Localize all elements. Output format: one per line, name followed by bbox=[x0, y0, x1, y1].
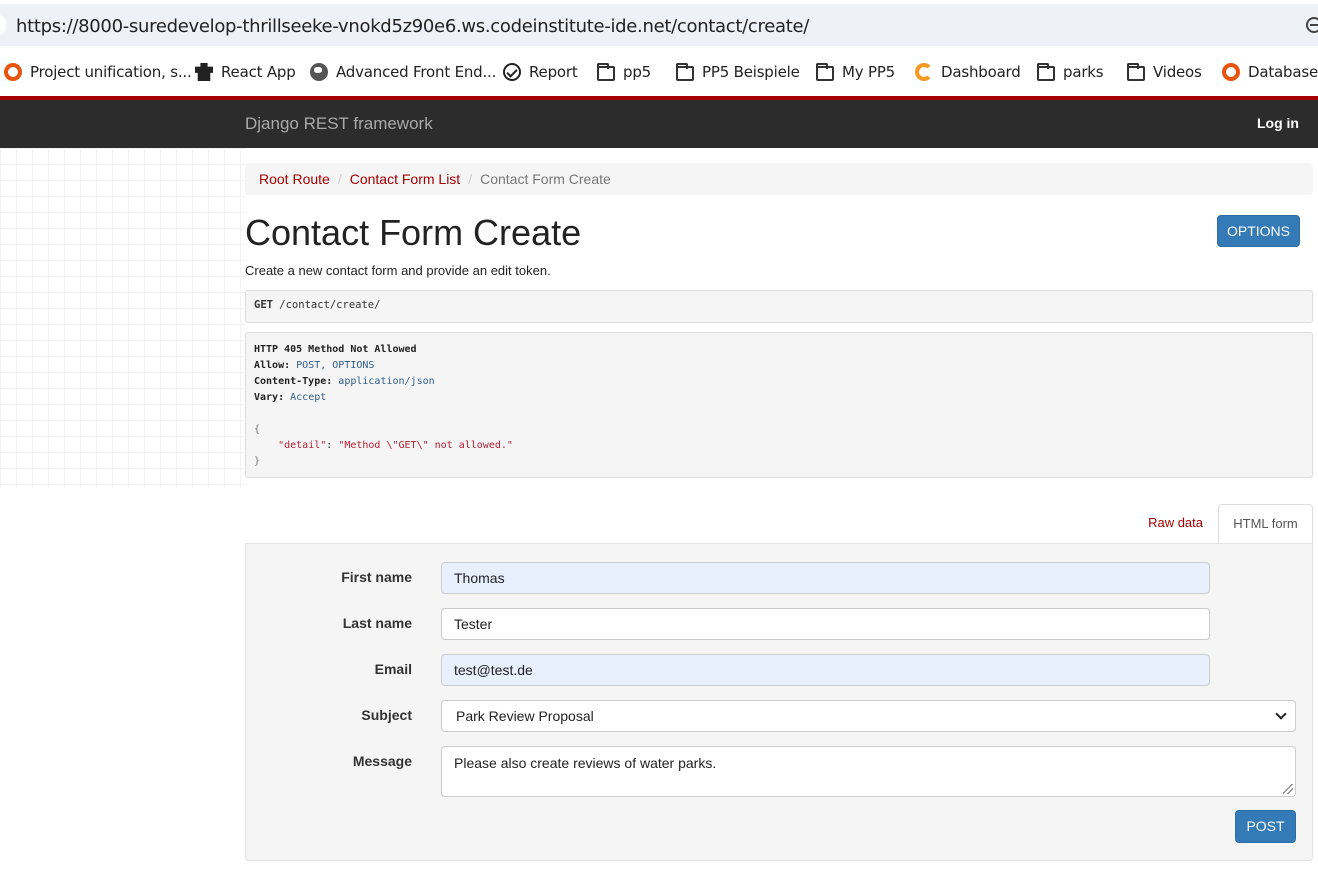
bookmark-item[interactable]: Videos bbox=[1127, 62, 1202, 82]
last-name-field[interactable]: Tester bbox=[441, 608, 1210, 640]
folder-icon bbox=[1037, 62, 1055, 81]
bookmark-label: Advanced Front End... bbox=[336, 63, 497, 81]
breadcrumb-separator: / bbox=[468, 171, 473, 187]
bookmark-label: Project unification, s... bbox=[30, 63, 192, 81]
folder-icon bbox=[1127, 62, 1145, 81]
orange-ring-icon bbox=[1222, 63, 1240, 81]
header-value: Accept bbox=[284, 392, 327, 403]
message-text: Please also create reviews of water park… bbox=[454, 755, 717, 771]
bookmarks-bar: Project unification, s... React App Adva… bbox=[0, 52, 1318, 92]
json-open-brace: { bbox=[254, 424, 261, 435]
bookmark-item[interactable]: Advanced Front End... bbox=[310, 62, 496, 82]
json-key: "detail" bbox=[278, 440, 327, 451]
bookmark-item[interactable]: pp5 bbox=[597, 62, 651, 82]
breadcrumb-separator: / bbox=[337, 171, 342, 187]
message-textarea[interactable]: Please also create reviews of water park… bbox=[441, 746, 1296, 797]
subject-select[interactable]: Park Review Proposal bbox=[441, 700, 1296, 732]
last-name-label: Last name bbox=[342, 615, 412, 631]
response-info: HTTP 405 Method Not Allowed Allow: POST,… bbox=[245, 332, 1313, 478]
post-button[interactable]: POST bbox=[1235, 810, 1296, 843]
options-button[interactable]: OPTIONS bbox=[1217, 215, 1300, 247]
breadcrumb-root-route[interactable]: Root Route bbox=[259, 171, 330, 187]
folder-icon bbox=[816, 62, 834, 81]
bookmark-item[interactable]: Database bbox=[1222, 62, 1318, 82]
check-circle-icon bbox=[503, 63, 521, 81]
header-value: application/json bbox=[332, 376, 435, 387]
first-name-label: First name bbox=[341, 569, 412, 585]
robot-icon bbox=[195, 63, 213, 81]
page-title: Contact Form Create bbox=[245, 212, 582, 253]
bookmark-label: Dashboard bbox=[941, 63, 1021, 81]
bookmark-item[interactable]: PP5 Beispiele bbox=[676, 62, 800, 82]
header-value: POST, OPTIONS bbox=[290, 360, 375, 371]
zoom-icon[interactable] bbox=[1306, 17, 1318, 33]
bookmark-item[interactable]: Dashboard bbox=[915, 62, 1021, 82]
request-method: GET bbox=[254, 299, 273, 311]
bookmark-label: My PP5 bbox=[842, 63, 896, 81]
bookmark-label: pp5 bbox=[623, 63, 651, 81]
login-link[interactable]: Log in bbox=[1257, 115, 1299, 131]
folder-icon bbox=[676, 62, 694, 81]
bookmark-item[interactable]: parks bbox=[1037, 62, 1104, 82]
folder-icon bbox=[597, 62, 615, 81]
message-label: Message bbox=[352, 753, 412, 769]
tab-html-form[interactable]: HTML form bbox=[1218, 504, 1313, 544]
header-key: Content-Type: bbox=[254, 376, 333, 387]
globe-icon bbox=[310, 63, 328, 81]
email-field[interactable]: test@test.de bbox=[441, 654, 1210, 686]
response-status: HTTP 405 Method Not Allowed bbox=[254, 344, 417, 355]
subject-selected-value: Park Review Proposal bbox=[456, 708, 594, 724]
orange-ring-icon bbox=[4, 63, 22, 81]
json-close-brace: } bbox=[254, 456, 261, 467]
breadcrumb: Root Route / Contact Form List / Contact For… bbox=[245, 163, 1313, 195]
page-description: Create a new contact form and provide an… bbox=[245, 263, 551, 278]
breadcrumb-current: Contact Form Create bbox=[480, 171, 611, 187]
first-name-field[interactable]: Thomas bbox=[441, 562, 1210, 594]
bookmark-item[interactable]: My PP5 bbox=[816, 62, 895, 82]
request-path: /contact/create/ bbox=[272, 299, 381, 311]
header-key: Allow: bbox=[254, 360, 291, 371]
header-key: Vary: bbox=[254, 392, 285, 403]
json-value: "Method \"GET\" not allowed." bbox=[338, 440, 513, 451]
brand-link[interactable]: Django REST framework bbox=[245, 114, 433, 134]
background-grid bbox=[0, 148, 245, 488]
bookmark-label: Report bbox=[529, 63, 578, 81]
address-bar[interactable]: https://8000-suredevelop-thrillseeke-vno… bbox=[0, 4, 1318, 46]
html-form: First name Thomas Last name Tester Email… bbox=[245, 543, 1313, 861]
navbar: Django REST framework Log in bbox=[0, 100, 1318, 148]
subject-label: Subject bbox=[361, 707, 412, 723]
bookmark-item[interactable]: React App bbox=[195, 62, 296, 82]
bookmark-label: PP5 Beispiele bbox=[702, 63, 800, 81]
tab-raw-data[interactable]: Raw data bbox=[1148, 515, 1203, 530]
json-colon: : bbox=[326, 440, 339, 451]
bookmark-item[interactable]: Project unification, s... bbox=[4, 62, 192, 82]
resize-handle-icon[interactable] bbox=[1283, 784, 1293, 794]
bookmark-label: Database bbox=[1248, 63, 1318, 81]
url-text[interactable]: https://8000-suredevelop-thrillseeke-vno… bbox=[16, 16, 809, 37]
site-info-icon[interactable] bbox=[0, 15, 6, 35]
form-tabs: Raw data HTML form bbox=[245, 504, 1313, 544]
email-label: Email bbox=[374, 661, 412, 677]
g-logo-icon bbox=[915, 63, 933, 81]
bookmark-label: parks bbox=[1063, 63, 1104, 81]
bookmark-item[interactable]: Report bbox=[503, 62, 578, 82]
breadcrumb-contact-form-list[interactable]: Contact Form List bbox=[350, 171, 460, 187]
chevron-down-icon bbox=[1275, 708, 1287, 720]
bookmark-label: Videos bbox=[1153, 63, 1202, 81]
request-info: GET /contact/create/ bbox=[245, 290, 1313, 323]
bookmark-label: React App bbox=[221, 63, 296, 81]
